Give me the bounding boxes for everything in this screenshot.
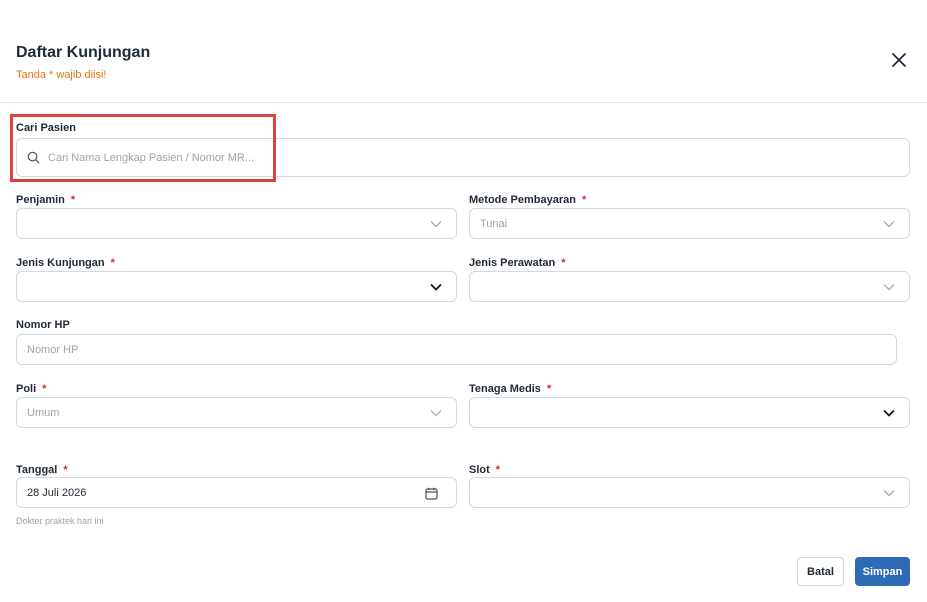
- chevron-down-icon: [883, 409, 895, 417]
- required-note: Tanda * wajib diisi!: [16, 69, 107, 81]
- jenis-perawatan-label: Jenis Perawatan *: [469, 257, 566, 269]
- dialog-title: Daftar Kunjungan: [16, 44, 151, 61]
- tenaga-medis-select[interactable]: [469, 397, 910, 428]
- header-divider: [0, 102, 927, 103]
- tanggal-label: Tanggal *: [16, 464, 68, 476]
- tanggal-input[interactable]: 28 Juli 2026: [16, 477, 457, 508]
- poli-label: Poli *: [16, 383, 47, 395]
- tanggal-value: 28 Juli 2026: [27, 486, 87, 499]
- chevron-down-icon: [883, 489, 895, 496]
- save-button[interactable]: Simpan: [855, 557, 910, 586]
- calendar-icon[interactable]: [425, 487, 438, 500]
- tanggal-hint: Dokter praktek hari ini: [16, 516, 104, 526]
- nomor-hp-label: Nomor HP: [16, 319, 70, 331]
- nomor-hp-input[interactable]: Nomor HP: [16, 334, 897, 365]
- chevron-down-icon: [883, 220, 895, 227]
- highlight-box: [10, 114, 276, 182]
- jenis-kunjungan-select[interactable]: [16, 271, 457, 302]
- poli-select[interactable]: Umum: [16, 397, 457, 428]
- jenis-perawatan-select[interactable]: [469, 271, 910, 302]
- metode-pembayaran-value: Tunai: [480, 217, 508, 230]
- poli-value: Umum: [27, 406, 60, 419]
- metode-pembayaran-label: Metode Pembayaran *: [469, 194, 587, 206]
- chevron-down-icon: [430, 283, 442, 291]
- chevron-down-icon: [430, 220, 442, 227]
- cancel-button[interactable]: Batal: [797, 557, 844, 586]
- chevron-down-icon: [430, 409, 442, 416]
- penjamin-label: Penjamin *: [16, 194, 76, 206]
- close-icon[interactable]: [889, 50, 909, 70]
- slot-label: Slot *: [469, 464, 501, 476]
- jenis-kunjungan-label: Jenis Kunjungan *: [16, 257, 115, 269]
- slot-select[interactable]: [469, 477, 910, 508]
- metode-pembayaran-select[interactable]: Tunai: [469, 208, 910, 239]
- tenaga-medis-label: Tenaga Medis *: [469, 383, 552, 395]
- chevron-down-icon: [883, 283, 895, 290]
- nomor-hp-placeholder: Nomor HP: [27, 343, 79, 356]
- penjamin-select[interactable]: [16, 208, 457, 239]
